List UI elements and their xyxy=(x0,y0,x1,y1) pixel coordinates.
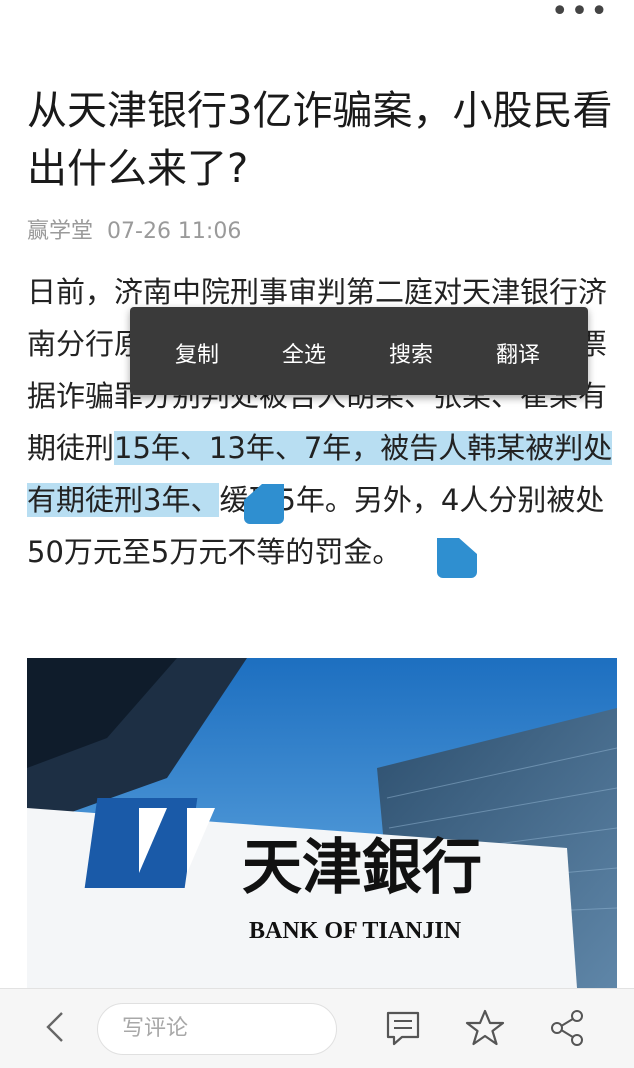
copy-button[interactable]: 复制 xyxy=(175,337,219,369)
text-selection-menu: 复制 全选 搜索 翻译 xyxy=(130,307,588,395)
back-button[interactable] xyxy=(36,1007,76,1047)
bank-name-cn: 天津銀行 xyxy=(242,833,482,903)
article-hero-image: 天津銀行 BANK OF TIANJIN xyxy=(27,658,617,988)
article-time: 07-26 11:06 xyxy=(107,219,242,244)
bottom-action-bar: 写评论 xyxy=(0,988,634,1068)
translate-button[interactable]: 翻译 xyxy=(496,337,540,369)
chevron-left-icon xyxy=(46,1012,63,1042)
comment-input[interactable]: 写评论 xyxy=(97,1003,337,1055)
search-button[interactable]: 搜索 xyxy=(389,337,433,369)
bank-name-en: BANK OF TIANJIN xyxy=(249,918,462,944)
bank-building-illustration: 天津銀行 BANK OF TIANJIN xyxy=(27,658,617,988)
comments-button[interactable] xyxy=(382,1007,424,1049)
favorite-button[interactable] xyxy=(464,1007,506,1049)
share-button[interactable] xyxy=(546,1007,588,1049)
select-all-button[interactable]: 全选 xyxy=(282,337,326,369)
article-meta: 赢学堂 07-26 11:06 xyxy=(27,213,241,245)
article-source[interactable]: 赢学堂 xyxy=(27,219,93,244)
star-icon xyxy=(465,1009,505,1046)
more-options-button[interactable]: ••• xyxy=(551,0,610,27)
share-icon xyxy=(551,1010,583,1046)
comment-icon xyxy=(386,1011,420,1046)
article-title: 从天津银行3亿诈骗案，小股民看出什么来了? xyxy=(27,88,613,192)
